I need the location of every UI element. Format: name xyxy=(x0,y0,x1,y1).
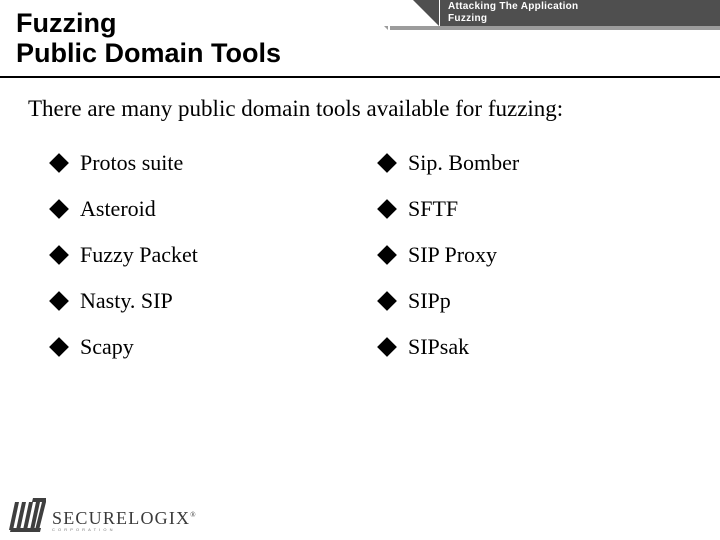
diamond-bullet-icon xyxy=(49,154,69,174)
title-divider xyxy=(0,76,720,78)
diamond-bullet-icon xyxy=(377,246,397,266)
logo-text: SECURELOGIX® CORPORATION xyxy=(52,509,197,532)
tool-column-right: Sip. Bomber SFTF SIP Proxy SIPp SIPsak xyxy=(372,140,700,370)
list-item: Nasty. SIP xyxy=(52,278,372,324)
tool-name: Sip. Bomber xyxy=(408,150,519,176)
list-item: Protos suite xyxy=(52,140,372,186)
tool-name: Nasty. SIP xyxy=(80,288,173,314)
list-item: Asteroid xyxy=(52,186,372,232)
logo-part: S xyxy=(52,508,63,528)
diamond-bullet-icon xyxy=(377,200,397,220)
logo-part: L xyxy=(128,508,140,528)
breadcrumb: Attacking The Application Fuzzing xyxy=(448,1,718,24)
tool-column-left: Protos suite Asteroid Fuzzy Packet Nasty… xyxy=(28,140,372,370)
logo-subline: CORPORATION xyxy=(52,528,197,532)
registered-mark: ® xyxy=(190,511,197,519)
slide: Attacking The Application Fuzzing Fuzzin… xyxy=(0,0,720,540)
list-item: SIPsak xyxy=(380,324,700,370)
footer-logo: SECURELOGIX® CORPORATION xyxy=(6,496,197,532)
list-item: Fuzzy Packet xyxy=(52,232,372,278)
list-item: SFTF xyxy=(380,186,700,232)
tool-name: SFTF xyxy=(408,196,458,222)
slide-body: There are many public domain tools avail… xyxy=(28,96,700,370)
title-line-2: Public Domain Tools xyxy=(16,38,436,68)
tool-name: SIP Proxy xyxy=(408,242,497,268)
logo-part: OGIX xyxy=(140,508,190,528)
diamond-bullet-icon xyxy=(49,338,69,358)
tool-name: SIPp xyxy=(408,288,451,314)
tool-name: SIPsak xyxy=(408,334,469,360)
tool-name: Protos suite xyxy=(80,150,183,176)
list-item: Scapy xyxy=(52,324,372,370)
diamond-bullet-icon xyxy=(49,292,69,312)
tab-stripe xyxy=(390,26,720,30)
intro-text: There are many public domain tools avail… xyxy=(28,96,700,122)
tool-name: Scapy xyxy=(80,334,134,360)
breadcrumb-line2: Fuzzing xyxy=(448,13,487,24)
tool-columns: Protos suite Asteroid Fuzzy Packet Nasty… xyxy=(28,140,700,370)
logo-part: ECURE xyxy=(63,508,128,528)
breadcrumb-tab: Attacking The Application Fuzzing xyxy=(390,0,720,33)
title-line-1: Fuzzing xyxy=(16,8,436,38)
diamond-bullet-icon xyxy=(377,338,397,358)
diamond-bullet-icon xyxy=(49,200,69,220)
tool-name: Asteroid xyxy=(80,196,156,222)
securelogix-mark-icon xyxy=(6,496,48,532)
list-item: SIPp xyxy=(380,278,700,324)
slide-title: Fuzzing Public Domain Tools xyxy=(16,8,436,68)
logo-wordmark: SECURELOGIX® xyxy=(52,509,197,527)
list-item: SIP Proxy xyxy=(380,232,700,278)
diamond-bullet-icon xyxy=(377,154,397,174)
diamond-bullet-icon xyxy=(49,246,69,266)
breadcrumb-line1: Attacking The Application xyxy=(448,1,578,12)
tool-name: Fuzzy Packet xyxy=(80,242,198,268)
diamond-bullet-icon xyxy=(377,292,397,312)
list-item: Sip. Bomber xyxy=(380,140,700,186)
